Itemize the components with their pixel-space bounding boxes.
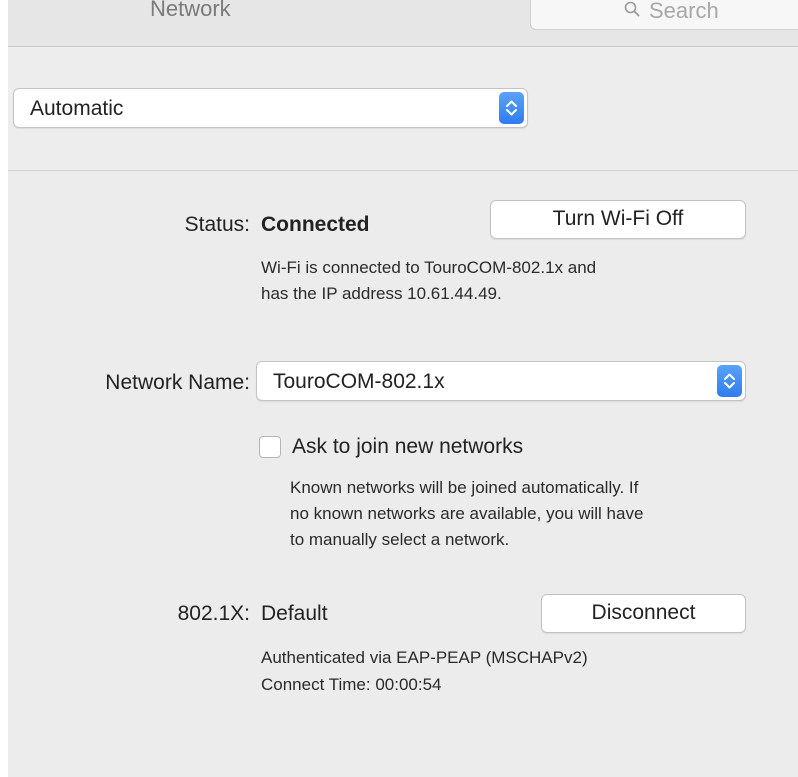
location-selected-value: Automatic xyxy=(30,97,124,120)
search-placeholder: Search xyxy=(649,0,719,23)
turn-wifi-off-button[interactable]: Turn Wi-Fi Off xyxy=(490,200,746,239)
dot1x-auth-line: Authenticated via EAP-PEAP (MSCHAPv2) xyxy=(261,648,588,667)
wifi-settings-panel: Status: Connected Turn Wi-Fi Off Wi-Fi i… xyxy=(8,171,798,777)
network-name-popup[interactable]: TouroCOM-802.1x xyxy=(256,361,746,401)
dot1x-connect-time: Connect Time: 00:00:54 xyxy=(261,675,442,694)
network-name-label: Network Name: xyxy=(105,371,250,394)
network-name-popup-stepper[interactable] xyxy=(717,365,742,397)
location-popup-stepper[interactable] xyxy=(499,92,524,124)
ask-to-join-help-line-2: no known networks are available, you wil… xyxy=(290,504,644,523)
ask-to-join-checkbox[interactable] xyxy=(259,436,281,458)
up-down-chevron-icon xyxy=(506,100,517,116)
ask-to-join-help-line-1: Known networks will be joined automatica… xyxy=(290,478,639,497)
dot1x-label: 802.1X: xyxy=(177,602,250,625)
disconnect-button[interactable]: Disconnect xyxy=(541,594,746,633)
ask-to-join-label[interactable]: Ask to join new networks xyxy=(292,435,523,459)
window-title: Network xyxy=(150,0,231,21)
status-label: Status: xyxy=(184,213,250,236)
status-value: Connected xyxy=(261,213,370,236)
location-popup[interactable]: Automatic xyxy=(13,88,528,128)
search-field[interactable]: Search xyxy=(530,0,798,30)
network-name-selected-value: TouroCOM-802.1x xyxy=(273,370,445,393)
dot1x-value: Default xyxy=(261,602,328,625)
network-preferences-window: Network Search Automatic Status: Connect… xyxy=(8,0,798,777)
location-bar: Automatic xyxy=(8,47,798,171)
status-description-line-1: Wi-Fi is connected to TouroCOM-802.1x an… xyxy=(261,258,597,277)
search-icon xyxy=(624,1,640,17)
ask-to-join-help-line-3: to manually select a network. xyxy=(290,530,510,549)
status-description-line-2: has the IP address 10.61.44.49. xyxy=(261,284,502,303)
window-toolbar: Network Search xyxy=(8,0,798,47)
up-down-chevron-icon xyxy=(724,373,735,389)
